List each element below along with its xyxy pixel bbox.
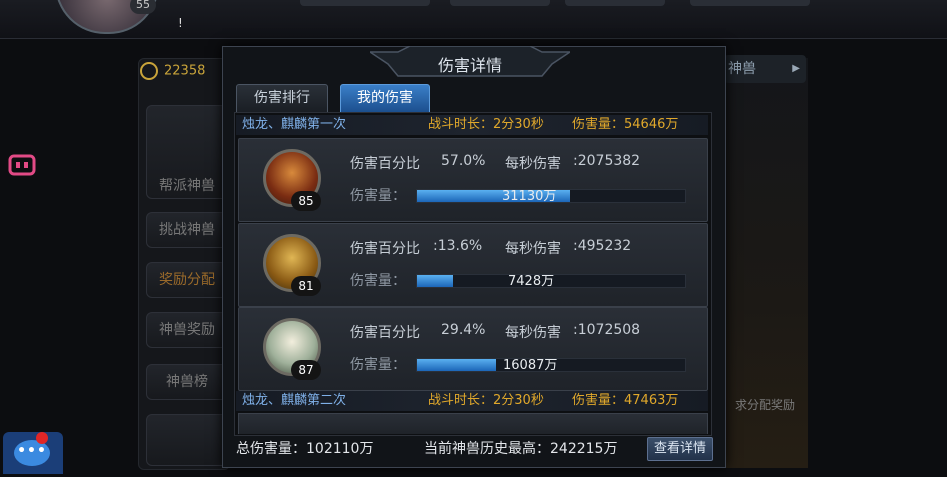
damage-percent-label: 伤害百分比: [350, 241, 420, 257]
tab-damage-ranking[interactable]: 伤害排行: [236, 84, 328, 113]
top-resource-slot: [565, 0, 665, 6]
hero-damage-card: 81 伤害百分比 :13.6% 每秒伤害 :495232 伤害量： 7428万: [238, 223, 708, 307]
dps-label: 每秒伤害: [505, 156, 561, 172]
battle-duration: 战斗时长：2分30秒: [428, 117, 544, 132]
hero-level: 87: [291, 360, 321, 380]
damage-progress-fill: [417, 275, 453, 287]
hero-damage-card: 87 伤害百分比 29.4% 每秒伤害 :1072508 伤害量： 16087万: [238, 307, 708, 391]
notification-dot: [36, 432, 48, 444]
battle-name: 烛龙、麒麟第一次: [242, 117, 347, 132]
side-menu-reward-allocation[interactable]: 奖励分配: [146, 262, 228, 298]
top-resource-slot: [450, 0, 550, 6]
right-note: 求分配奖励: [735, 398, 796, 412]
side-menu-extra[interactable]: [146, 414, 228, 466]
top-resource-slot: [300, 0, 430, 6]
coin-icon: [140, 62, 158, 80]
side-menu-challenge[interactable]: 挑战神兽: [146, 212, 228, 248]
damage-percent-label: 伤害百分比: [350, 325, 420, 341]
event-icon[interactable]: [6, 150, 40, 180]
total-damage: 总伤害量：102110万: [236, 441, 374, 457]
hero-damage-card-partial: [238, 413, 708, 434]
top-resource-slot: [690, 0, 810, 6]
battle-damage: 伤害量：47463万: [572, 393, 679, 408]
right-tab-label: 神兽: [728, 61, 756, 77]
dps-value: :1072508: [573, 322, 641, 338]
side-menu-ranking[interactable]: 神兽榜: [146, 364, 228, 400]
gold-display: 22358: [140, 62, 205, 80]
chat-dots-icon: •••: [17, 443, 47, 459]
damage-amount-value: 31130万: [502, 189, 557, 204]
side-menu-beast[interactable]: 帮派神兽: [146, 105, 228, 199]
damage-progress-fill: [417, 359, 496, 371]
damage-amount-label: 伤害量：: [350, 188, 406, 204]
damage-percent-value: 29.4%: [441, 322, 486, 338]
damage-amount-value: 16087万: [503, 358, 558, 373]
dps-value: :2075382: [573, 153, 641, 169]
hero-level: 81: [291, 276, 321, 296]
dialog-title: 伤害详情: [437, 56, 502, 75]
damage-amount-label: 伤害量：: [350, 357, 406, 373]
chevron-right-icon: ▶: [792, 63, 800, 74]
side-menu-beast-reward[interactable]: 神兽奖励: [146, 312, 228, 348]
damage-amount-label: 伤害量：: [350, 273, 406, 289]
dps-label: 每秒伤害: [505, 241, 561, 257]
damage-percent-value: :13.6%: [433, 238, 483, 254]
damage-percent-value: 57.0%: [441, 153, 486, 169]
battle-duration: 战斗时长：2分30秒: [428, 393, 544, 408]
battle-damage: 伤害量：54646万: [572, 117, 679, 132]
hero-level: 85: [291, 191, 321, 211]
player-level-badge: 55: [130, 0, 156, 14]
notice-mark: !: [178, 16, 183, 30]
history-record: 当前神兽历史最高：242215万: [424, 441, 618, 457]
dps-value: :495232: [573, 238, 632, 254]
damage-percent-label: 伤害百分比: [350, 156, 420, 172]
view-details-button[interactable]: 查看详情: [647, 437, 713, 461]
tab-my-damage[interactable]: 我的伤害: [340, 84, 430, 113]
dps-label: 每秒伤害: [505, 325, 561, 341]
right-beast-tab[interactable]: 神兽 ▶: [724, 55, 806, 83]
hero-damage-card: 85 伤害百分比 57.0% 每秒伤害 :2075382 伤害量： 31130万: [238, 138, 708, 222]
gold-amount: 22358: [164, 63, 206, 79]
battle-header: 烛龙、麒麟第二次 战斗时长：2分30秒 伤害量：47463万: [236, 391, 708, 411]
battle-header: 烛龙、麒麟第一次 战斗时长：2分30秒 伤害量：54646万: [236, 115, 708, 135]
damage-amount-value: 7428万: [508, 274, 555, 289]
battle-name: 烛龙、麒麟第二次: [242, 393, 347, 408]
